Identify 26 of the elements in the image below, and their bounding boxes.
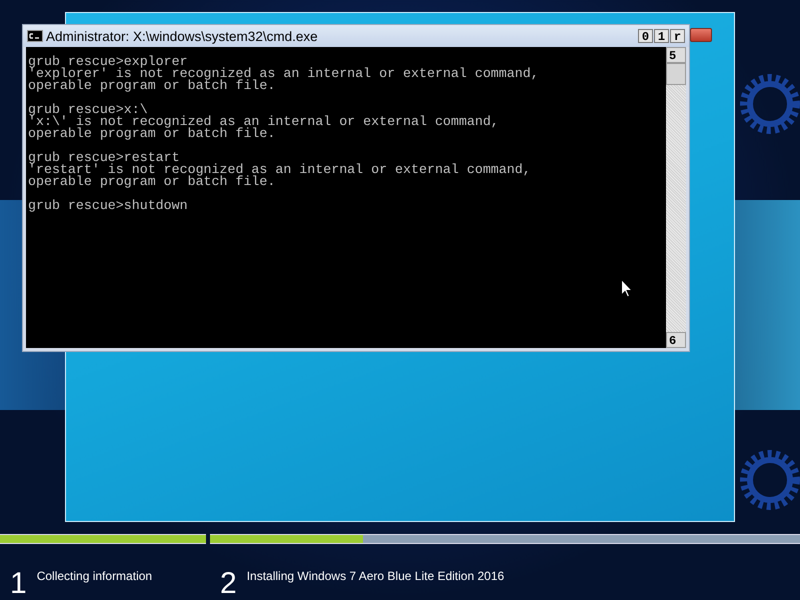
window-title: Administrator: X:\windows\system32\cmd.exe <box>46 28 319 44</box>
step-label: Collecting information <box>36 569 152 583</box>
gear-icon <box>738 72 800 136</box>
scroll-down-button[interactable]: 6 <box>666 332 686 348</box>
error-message: 'explorer' is not recognized as an internal or external command, <box>28 68 540 80</box>
close-button[interactable]: r <box>670 29 685 43</box>
scroll-thumb[interactable] <box>666 63 686 85</box>
error-message: operable program or batch file. <box>28 128 276 140</box>
step-number: 1 <box>10 569 27 599</box>
command-line: grub rescue>restart <box>28 152 180 164</box>
close-button[interactable] <box>690 28 712 42</box>
step-label: Installing Windows 7 Aero Blue Lite Edition 2016 <box>246 569 504 583</box>
gear-icon <box>738 448 800 512</box>
error-message: 'x:\' is not recognized as an internal or external command, <box>28 116 500 128</box>
maximize-button[interactable]: 1 <box>654 29 669 43</box>
command-line: grub rescue>explorer <box>28 56 188 68</box>
minimize-button[interactable]: 0 <box>638 29 653 43</box>
scroll-up-button[interactable]: 5 <box>666 47 686 63</box>
mouse-pointer-icon <box>621 279 633 298</box>
error-message: operable program or batch file. <box>28 80 276 92</box>
error-message: operable program or batch file. <box>28 176 276 188</box>
error-message: 'restart' is not recognized as an internal or external command, <box>28 164 532 176</box>
command-line: grub rescue>x:\ <box>28 104 148 116</box>
command-line: grub rescue>shutdown <box>28 200 189 212</box>
console-icon <box>27 30 43 42</box>
step-number: 2 <box>220 569 237 599</box>
